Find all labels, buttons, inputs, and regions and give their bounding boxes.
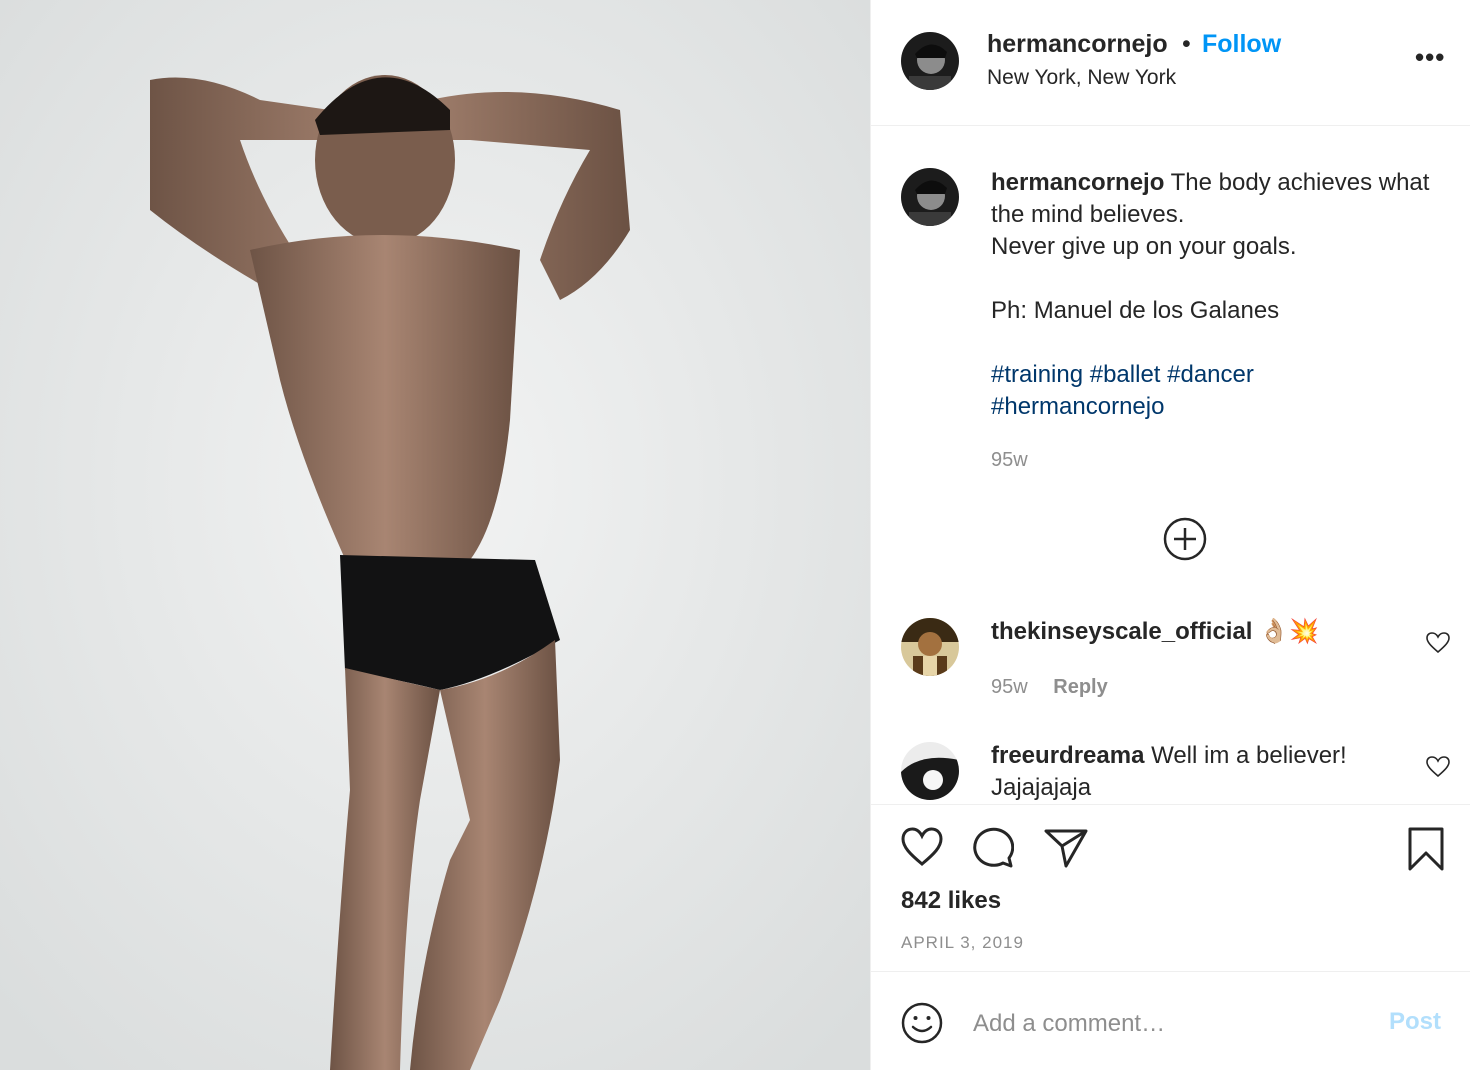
comment-item: thekinseyscale_official 👌🏼💥 95w Reply	[871, 616, 1470, 716]
commenter-avatar[interactable]	[901, 618, 959, 676]
caption-avatar[interactable]	[901, 168, 959, 226]
commenter-avatar[interactable]	[901, 742, 959, 800]
post-actions: 842 likes APRIL 3, 2019	[871, 804, 1470, 972]
post-header: hermancornejo • Follow New York, New Yor…	[871, 0, 1470, 126]
author-username[interactable]: hermancornejo	[987, 30, 1168, 59]
comment-item: freeurdreama Well im a believer! Jajajaj…	[871, 740, 1470, 804]
caption-spacer-2	[991, 327, 1431, 359]
caption-timestamp[interactable]: 95w	[991, 449, 1028, 472]
comment-username[interactable]: freeurdreama	[991, 742, 1144, 769]
save-bookmark-icon[interactable]	[1407, 827, 1445, 871]
comment-bubble-icon[interactable]	[972, 827, 1014, 869]
comment-like-heart-icon[interactable]	[1426, 756, 1450, 778]
post-image	[0, 0, 870, 1070]
comment-timestamp[interactable]: 95w	[991, 676, 1028, 698]
header-separator: •	[1182, 30, 1191, 58]
comment-username[interactable]: thekinseyscale_official	[991, 618, 1252, 645]
comment-like-heart-icon[interactable]	[1426, 632, 1450, 654]
comments-panel[interactable]: hermancornejo The body achieves what the…	[871, 127, 1470, 804]
follow-button[interactable]: Follow	[1202, 30, 1281, 59]
comment-text: 👌🏼💥	[1259, 618, 1319, 645]
post-photo[interactable]	[0, 0, 870, 1070]
load-more-comments-icon[interactable]	[1163, 517, 1207, 561]
add-comment-input[interactable]	[971, 1002, 1355, 1046]
caption-line-3: Ph: Manuel de los Galanes	[991, 297, 1280, 324]
post-date[interactable]: APRIL 3, 2019	[901, 933, 1024, 953]
caption-username[interactable]: hermancornejo	[991, 169, 1164, 196]
comment-body: freeurdreama Well im a believer! Jajajaj…	[991, 740, 1401, 804]
likes-count[interactable]: 842 likes	[901, 887, 1001, 915]
share-send-icon[interactable]	[1044, 827, 1088, 869]
author-avatar[interactable]	[901, 32, 959, 90]
post-caption: hermancornejo The body achieves what the…	[991, 167, 1431, 423]
caption-hashtags[interactable]: #training #ballet #dancer #hermancornejo	[991, 359, 1431, 423]
emoji-icon[interactable]	[901, 1002, 943, 1044]
add-comment-row: Post	[871, 972, 1470, 1070]
comment-meta: 95w Reply	[991, 676, 1108, 699]
reply-button[interactable]: Reply	[1053, 676, 1107, 698]
comment-body: thekinseyscale_official 👌🏼💥	[991, 616, 1401, 648]
post-location[interactable]: New York, New York	[987, 66, 1176, 90]
caption-line-2: Never give up on your goals.	[991, 233, 1297, 260]
post-sidebar: hermancornejo • Follow New York, New Yor…	[870, 0, 1470, 1070]
like-heart-icon[interactable]	[901, 827, 943, 867]
more-options-icon[interactable]: •••	[1415, 44, 1445, 70]
post-comment-button[interactable]: Post	[1389, 1008, 1441, 1036]
